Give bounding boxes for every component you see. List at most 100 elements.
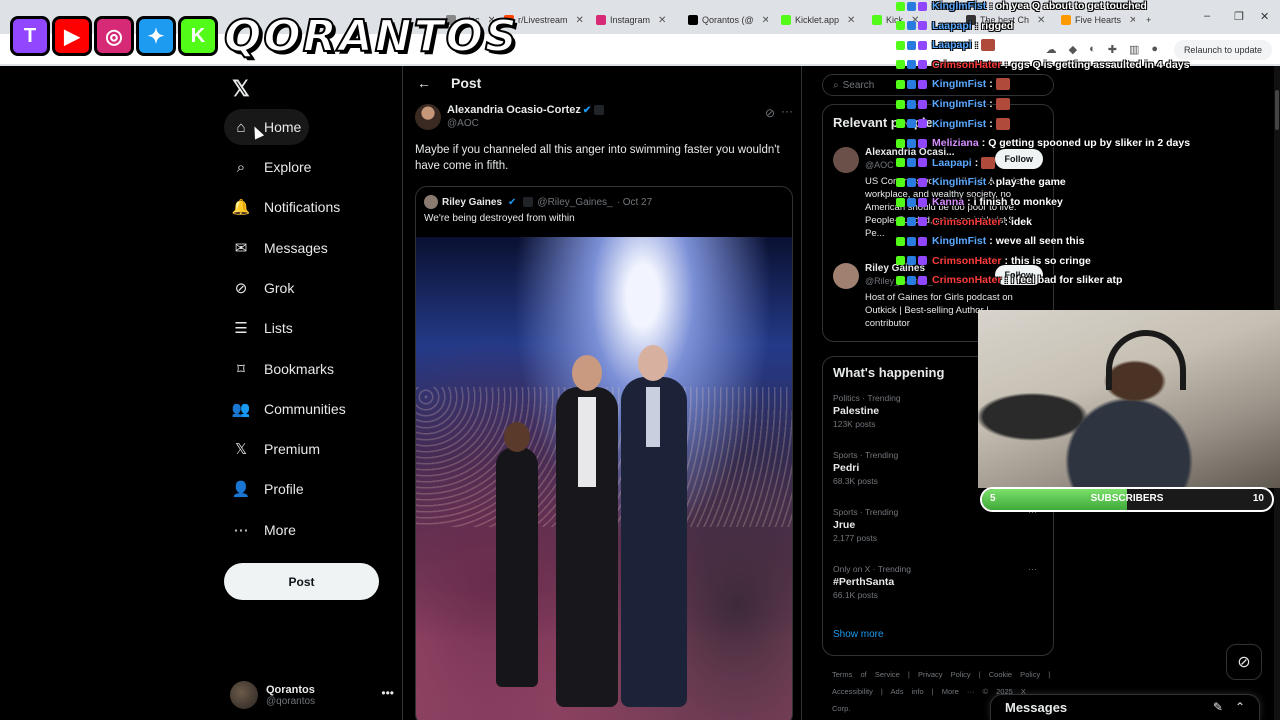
post-image[interactable] (416, 237, 792, 720)
sidebar-item-label: Bookmarks (264, 361, 335, 377)
sidebar-item-notifications[interactable]: 🔔 Notifications (224, 189, 348, 225)
new-message-icon[interactable]: ✎ (1213, 700, 1223, 714)
whats-happening-title: What's happening (833, 365, 945, 380)
avatar (230, 681, 258, 709)
chat-username: KingImFist (932, 117, 987, 130)
author-name-row[interactable]: Alexandria Ocasio-Cortez ✔ (447, 104, 605, 116)
sidebar-item-lists[interactable]: ☰ Lists (224, 310, 301, 346)
messages-drawer[interactable]: Messages ✎ ⌃ (990, 694, 1260, 720)
chat-badge-icon (907, 275, 916, 285)
sidebar-item-messages[interactable]: ✉ Messages (224, 230, 336, 266)
more-dots-icon[interactable]: ··· (1028, 564, 1037, 574)
list-icon: ☰ (234, 320, 248, 337)
sidebar-item-grok[interactable]: ⊘ Grok (224, 270, 302, 306)
chat-badge-icon (918, 79, 927, 89)
close-tab-icon[interactable]: ✕ (847, 15, 855, 26)
close-tab-icon[interactable]: ✕ (576, 15, 584, 26)
close-tab-icon[interactable]: ✕ (658, 15, 666, 26)
trend-name: #PerthSanta (833, 576, 895, 588)
chat-badge-icon (907, 177, 916, 187)
x-logo-icon[interactable]: 𝕏 (232, 76, 250, 102)
chat-badge-icon (907, 138, 916, 148)
sidebar-item-premium[interactable]: 𝕏 Premium (224, 431, 328, 467)
sidebar-item-label: Grok (264, 280, 295, 296)
chat-message: KingImFist: (896, 98, 1010, 110)
chat-separator: : (989, 78, 993, 91)
browser-tab[interactable]: Instagram ✕ (590, 8, 676, 32)
chat-message: Laapapi: (896, 39, 996, 52)
chat-separator: : (1004, 215, 1008, 228)
account-switcher[interactable]: Qorantos @qorantos ••• (230, 678, 394, 712)
trend-item[interactable]: Only on X · Trending #PerthSanta 66.1K pos… (833, 564, 1043, 600)
more-dots-icon[interactable]: ••• (381, 686, 394, 700)
chat-badges (896, 177, 927, 187)
chat-badge-icon (896, 158, 905, 168)
chevron-up-icon[interactable]: ⌃ (1235, 700, 1245, 714)
sidebar-item-home[interactable]: ⌂ Home (224, 109, 310, 145)
chat-badges (896, 99, 927, 109)
chat-emote-icon (995, 117, 1010, 130)
chat-badges (896, 1, 927, 11)
chat-message: CrimsonHater: i feel bad for sliker atp (896, 274, 1122, 286)
chat-badges (896, 275, 927, 285)
chat-badge-icon (896, 119, 905, 129)
chat-badge-icon (896, 197, 905, 207)
chat-username: Meliziana (932, 137, 979, 150)
tab-favicon-icon (781, 15, 791, 25)
chat-separator: : (974, 19, 979, 32)
grok-fab-icon[interactable]: ⊘ (1226, 644, 1262, 680)
sidebar-item-label: Home (264, 119, 302, 135)
browser-tab[interactable]: Qorantos (@ ✕ (682, 8, 768, 32)
grok-explain-icon[interactable]: ⊘ (765, 106, 775, 120)
sidebar-item-more[interactable]: ⋯ More (224, 512, 304, 548)
sidebar-item-communities[interactable]: 👥 Communities (224, 391, 354, 427)
verified-badge-icon: ✔ (508, 196, 517, 208)
figure-head (572, 355, 602, 391)
bell-icon: 🔔 (231, 199, 251, 216)
post-button[interactable]: Post (224, 563, 379, 600)
sidebar-item-explore[interactable]: ⌕ Explore (224, 149, 319, 185)
close-tab-icon[interactable]: ✕ (762, 15, 768, 26)
stream-chat-overlay: KingImFist: oh yea Q about to get touched… (896, 0, 1280, 300)
back-arrow-icon[interactable]: ← (417, 75, 431, 91)
chat-badges (896, 138, 927, 148)
sidebar-item-profile[interactable]: 👤 Profile (224, 471, 312, 507)
figure-head (638, 345, 668, 381)
instagram-icon: ◎ (94, 16, 134, 56)
chat-badge-icon (918, 158, 927, 168)
quoted-author-handle: @Riley_Gaines_ (537, 196, 613, 208)
avatar (833, 263, 859, 289)
chat-badge-icon (896, 236, 905, 246)
chat-separator: : (989, 0, 993, 12)
chat-message: KingImFist: (896, 117, 1010, 130)
sidebar-item-bookmarks[interactable]: ⌑ Bookmarks (224, 351, 342, 387)
avatar[interactable] (415, 104, 441, 130)
chat-text: this is so cringe (1010, 254, 1091, 267)
chat-badges (896, 158, 927, 168)
chat-separator: : (989, 235, 993, 248)
post-header: ← Post (403, 66, 801, 102)
chat-badge-icon (918, 256, 927, 266)
chat-badge-icon (896, 79, 905, 89)
search-icon: ⌕ (833, 79, 839, 91)
chat-message: KingImFist: weve all seen this (896, 235, 1084, 247)
account-handle: @qorantos (266, 695, 316, 707)
grok-icon: ⊘ (234, 280, 248, 297)
chat-badge-icon (896, 60, 905, 70)
left-sidebar: 𝕏 Post Qorantos @qorantos ••• ⌂ Home ⌕ Expl… (224, 66, 394, 720)
quoted-post[interactable]: Riley Gaines ✔ @Riley_Gaines_ · Oct 27 W… (415, 186, 793, 720)
trend-item[interactable]: Sports · Trending Jrue 2,177 posts ··· (833, 507, 1043, 543)
browser-tab[interactable]: Kicklet.app ✕ (775, 8, 861, 32)
trend-name: Jrue (833, 519, 856, 531)
chat-badges (896, 236, 927, 246)
more-dots-icon[interactable]: ··· (781, 104, 793, 118)
trend-post-count: 2,177 posts (833, 533, 877, 543)
chat-text: i feel bad for sliker atp (1010, 274, 1123, 287)
chat-badge-icon (907, 119, 916, 129)
show-more-link[interactable]: Show more (833, 629, 884, 640)
chat-badge-icon (896, 1, 905, 11)
chat-badge-icon (907, 21, 916, 31)
chat-username: KingImFist (932, 0, 987, 12)
chat-badge-icon (907, 40, 916, 50)
author-handle[interactable]: @AOC (447, 118, 479, 129)
